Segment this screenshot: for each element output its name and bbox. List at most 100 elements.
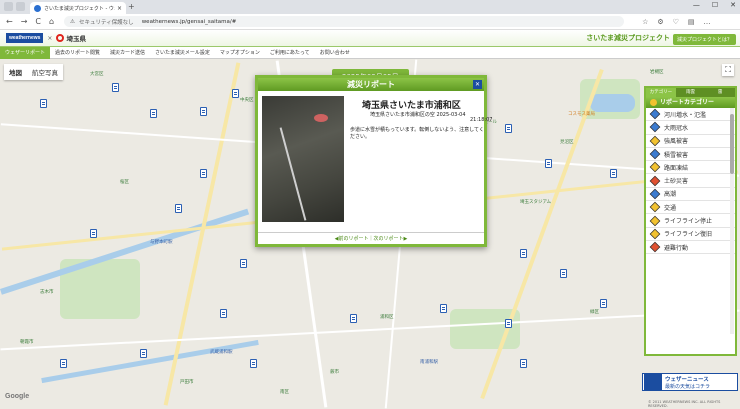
report-pin-icon[interactable] — [220, 309, 227, 318]
category-item-traffic[interactable]: 交通 — [646, 201, 735, 215]
profile-icon[interactable] — [4, 2, 13, 11]
report-pin-icon[interactable] — [40, 99, 47, 108]
popup-close-icon[interactable]: ✕ — [473, 80, 482, 89]
browser-toolbar-icons: ☆ ⚙ ♡ ▤ … — [642, 18, 710, 26]
report-pin-icon[interactable] — [232, 89, 239, 98]
logo-separator: × — [47, 34, 53, 42]
report-pin-icon[interactable] — [440, 304, 447, 313]
map-type-satellite[interactable]: 航空写真 — [27, 64, 63, 80]
category-item-storm-surge[interactable]: 高潮 — [646, 188, 735, 202]
collections-icon[interactable]: ▤ — [688, 18, 695, 26]
category-item-landslide[interactable]: 土砂災害 — [646, 174, 735, 188]
map-label: 中央区 — [240, 98, 254, 103]
report-pin-icon[interactable] — [520, 359, 527, 368]
report-pin-icon[interactable] — [250, 359, 257, 368]
menu-send-card[interactable]: 減災カード送信 — [105, 49, 150, 56]
new-tab-button[interactable]: + — [128, 2, 135, 11]
map-type-toggle: 地図 航空写真 — [4, 64, 63, 80]
site-menu: ウェザーリポート 過去のリポート閲覧 減災カード送信 さいたま減災メール設定 マ… — [0, 46, 740, 59]
category-label: 高潮 — [664, 191, 677, 199]
report-pin-icon[interactable] — [240, 259, 247, 268]
warning-icon[interactable]: ⚠ — [70, 19, 75, 25]
tab-category[interactable]: カテゴリー — [646, 88, 676, 97]
tab-actions-icon[interactable] — [16, 2, 25, 11]
pref-ring-icon — [56, 34, 65, 42]
tab-thunder[interactable]: 雷 — [705, 88, 736, 97]
maximize-button[interactable]: ☐ — [712, 1, 718, 9]
menu-usage[interactable]: ご利用にあたって — [265, 49, 315, 56]
back-button[interactable]: ← — [6, 17, 13, 26]
fullscreen-icon[interactable]: ⛶ — [722, 64, 734, 76]
category-item-wind[interactable]: 強風被害 — [646, 135, 735, 148]
tab-title: さいたま減災プロジェクト - ウェザーニュ — [44, 5, 115, 12]
category-item-evacuation[interactable]: 避難行動 — [646, 241, 735, 255]
category-label: 河川増水・氾濫 — [664, 111, 707, 119]
report-pin-icon[interactable] — [200, 169, 207, 178]
menu-weather-report[interactable]: ウェザーリポート — [0, 46, 51, 59]
report-pin-icon[interactable] — [140, 349, 147, 358]
report-pin-icon[interactable] — [112, 83, 119, 92]
map-label: 武蔵浦和駅 — [210, 350, 233, 355]
url-field[interactable]: ⚠ セキュリティ保護なし weathernews.jp/gensai_saita… — [64, 16, 625, 27]
photo-light — [314, 114, 328, 122]
report-pin-icon[interactable] — [545, 159, 552, 168]
menu-mail-settings[interactable]: さいたま減災メール設定 — [150, 49, 215, 56]
report-message: 歩道に水雪が積もっています。転倒しないよう、注意してください。 — [350, 127, 484, 140]
star-icon[interactable]: ☆ — [642, 18, 648, 26]
category-item-lifeline-restore[interactable]: ライフライン復旧 — [646, 228, 735, 241]
report-pin-icon[interactable] — [610, 169, 617, 178]
category-item-ice[interactable]: 路面凍結 — [646, 161, 735, 175]
report-pin-icon[interactable] — [505, 124, 512, 133]
map-label: 桜区 — [120, 180, 129, 185]
favorites-icon[interactable]: ♡ — [673, 18, 679, 26]
map-label: 志木市 — [40, 290, 54, 295]
browser-tab[interactable]: さいたま減災プロジェクト - ウェザーニュ × — [30, 2, 126, 14]
map-label: 緑区 — [590, 310, 599, 315]
scroll-thumb[interactable] — [730, 114, 734, 174]
report-pin-icon[interactable] — [350, 314, 357, 323]
close-window-button[interactable]: ✕ — [730, 1, 736, 9]
menu-contact[interactable]: お問い合わせ — [315, 49, 355, 56]
report-pin-icon[interactable] — [175, 204, 182, 213]
weathernews-banner[interactable]: ウェザーニュース 最新の天気はコチラ — [642, 373, 738, 391]
map-label: 戸田市 — [180, 380, 194, 385]
report-pin-icon[interactable] — [90, 229, 97, 238]
report-pin-icon[interactable] — [600, 299, 607, 308]
category-scrollbar[interactable] — [730, 108, 734, 334]
saitama-pref-logo[interactable]: 埼玉県 — [56, 33, 86, 43]
category-label: ライフライン停止 — [664, 218, 713, 226]
report-pager[interactable]: ◀前のリポート｜次のリポート▶ — [258, 232, 484, 244]
report-pin-icon[interactable] — [200, 107, 207, 116]
about-project-button[interactable]: 減災プロジェクトとは？ — [672, 34, 736, 45]
report-pin-icon[interactable] — [150, 109, 157, 118]
browser-profile-buttons — [4, 2, 25, 11]
menu-past-reports[interactable]: 過去のリポート閲覧 — [50, 49, 105, 56]
category-item-lifeline-stop[interactable]: ライフライン停止 — [646, 214, 735, 228]
map-type-roadmap[interactable]: 地図 — [4, 64, 27, 80]
report-pin-icon[interactable] — [560, 269, 567, 278]
menu-map-options[interactable]: マップオプション — [215, 49, 265, 56]
map-label: 埼玉スタジアム — [520, 200, 552, 205]
reload-button[interactable]: C — [35, 17, 41, 26]
report-pin-icon[interactable] — [60, 359, 67, 368]
nav-buttons: ← → C ⌂ — [0, 17, 54, 26]
map-label: 南区 — [280, 390, 289, 395]
home-button[interactable]: ⌂ — [49, 17, 54, 26]
more-icon[interactable]: … — [704, 18, 711, 26]
weathernews-logo[interactable]: weathernews — [6, 33, 44, 43]
project-brand: さいたま減災プロジェクト — [586, 34, 670, 42]
report-pin-icon[interactable] — [520, 249, 527, 258]
category-item-heavy-rain[interactable]: 大雨冠水 — [646, 121, 735, 135]
category-item-river[interactable]: 河川増水・氾濫 — [646, 108, 735, 122]
report-subtitle: 埼玉県さいたま市浦和区の空 2025-03-04 — [370, 112, 466, 118]
category-item-snow[interactable]: 積雪被害 — [646, 148, 735, 162]
copyright: © 2011 WEATHERNEWS INC. ALL RIGHTS RESER… — [648, 400, 721, 408]
tab-rain-cloud[interactable]: 雨雲 — [675, 88, 706, 97]
minimize-button[interactable]: — — [693, 1, 700, 9]
report-pin-icon[interactable] — [505, 319, 512, 328]
tab-close-icon[interactable]: × — [117, 5, 122, 12]
forward-button[interactable]: → — [21, 17, 28, 26]
category-label: 大雨冠水 — [664, 124, 689, 132]
report-photo[interactable] — [262, 96, 344, 222]
extensions-icon[interactable]: ⚙ — [657, 18, 663, 26]
